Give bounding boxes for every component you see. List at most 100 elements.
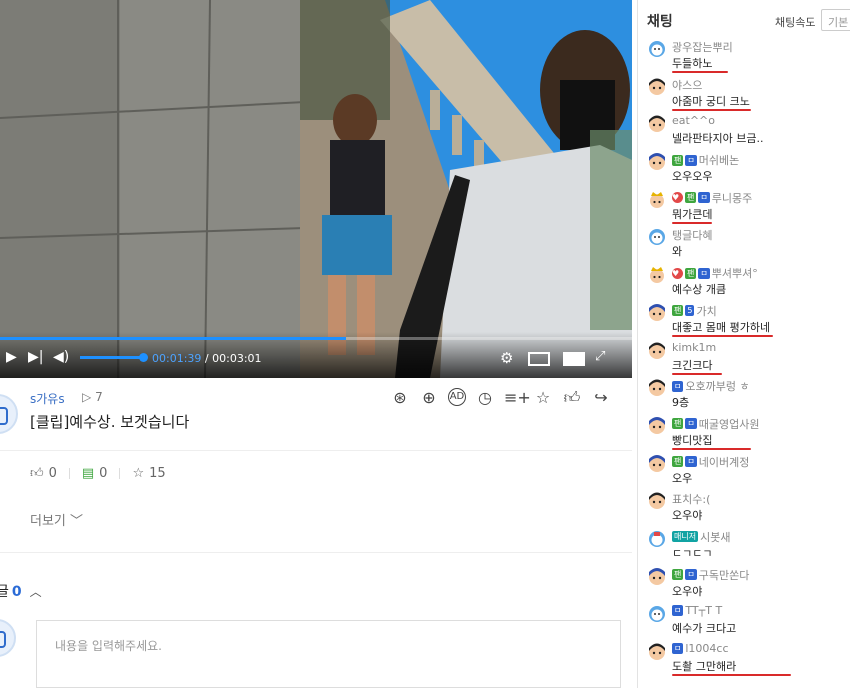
like-stat[interactable]: 👍︎ 0 — [30, 466, 57, 481]
chat-text: 오우야 — [672, 509, 703, 523]
history-icon[interactable]: ◷ — [475, 388, 495, 408]
comment-input[interactable]: 내용을 입력해주세요. — [36, 620, 621, 688]
chevron-up-icon[interactable]: ︿ — [30, 585, 42, 599]
chat-message: eat^^o 넬라판타지아 브금.. — [638, 113, 850, 151]
chat-message: ㅁ l1004cc 도촬 그만해라 — [638, 641, 850, 679]
chat-nickname[interactable]: l1004cc — [685, 642, 728, 655]
chat-nickname[interactable]: 뿌셔뿌셔° — [712, 265, 758, 281]
chat-text: 두들하노 — [672, 57, 713, 70]
boy-avatar-icon — [649, 492, 665, 510]
chat-message: kimk1m 크긴크다 — [638, 340, 850, 378]
fan-badge: 팬 — [685, 192, 697, 204]
bear-avatar-icon — [649, 229, 665, 246]
chat-nickname[interactable]: 야스으 — [672, 77, 702, 93]
player-controls: ▶ ▶| ◀) 00:01:39 / 00:03:01 ⚙ ⤢ — [0, 332, 632, 378]
chat-nick-line: 팬 5 가치 — [672, 303, 717, 319]
streamer-name[interactable]: s가유s — [30, 390, 65, 407]
progress-bar[interactable] — [0, 337, 632, 340]
volume-knob[interactable] — [138, 353, 148, 362]
chat-panel: 채팅 채팅속도 기본 광우잡는뿌리 두들하노 야스으 아줌마 궁디 크노 eat^^o 넬… — [637, 0, 850, 688]
like-count: 0 — [48, 466, 57, 481]
chat-text: 오우오우 — [672, 170, 713, 184]
chat-nickname[interactable]: 머쉬베논 — [699, 152, 739, 168]
chat-nickname[interactable]: 표치수:( — [672, 491, 710, 507]
fan-avatar-icon — [649, 153, 665, 171]
ad-icon[interactable]: AD — [448, 388, 466, 406]
pip-icon[interactable] — [528, 352, 550, 366]
volume-slider[interactable] — [80, 353, 148, 362]
chat-nickname[interactable]: 루니몽주 — [712, 190, 752, 206]
fan-badge: 팬 — [685, 267, 697, 279]
more-label: 더보기 — [30, 514, 66, 529]
subscriber-badge: ㅁ — [698, 267, 710, 279]
thumb-up-outline-icon[interactable]: 👍︎ — [562, 388, 582, 408]
chat-nick-line: 표치수:( — [672, 491, 710, 507]
view-count-value: 7 — [95, 390, 103, 404]
chat-title: 채팅 — [647, 14, 673, 30]
next-icon[interactable]: ▶| — [28, 350, 43, 364]
subscriber-badge: ㅁ — [672, 643, 684, 654]
chat-message: ㅁ 오호까부렁 ㅎ 9층 — [638, 377, 850, 415]
stat-separator — [68, 468, 70, 479]
progress-fill — [0, 337, 346, 340]
chat-nick-line: kimk1m — [672, 341, 716, 354]
star-outline-icon[interactable]: ☆ — [533, 388, 553, 408]
volume-icon[interactable]: ◀) — [53, 350, 69, 364]
more-button[interactable]: 더보기 ﹀ — [30, 510, 83, 529]
chat-nickname[interactable]: 탱글다혜 — [672, 227, 712, 243]
chat-text: 빵디맛집 — [672, 433, 713, 447]
chat-nickname[interactable]: 구독만쏜다 — [699, 567, 750, 583]
chat-text: 오우 — [672, 471, 693, 485]
chat-nick-line: ㅁ 오호까부렁 ㅎ — [672, 378, 750, 394]
chat-message: 팬 ㅁ 네이버계정 오우 — [638, 453, 850, 491]
subscriber-badge: ㅁ — [685, 418, 697, 430]
settings-gear-icon[interactable]: ⚙ — [500, 351, 513, 366]
chat-nickname[interactable]: eat^^o — [672, 114, 715, 127]
chat-nickname[interactable]: 네이버계정 — [699, 454, 750, 470]
chat-message: 팬 ㅁ 머쉬베논 오우오우 — [638, 151, 850, 189]
video-title: [클립]예수상. 보겟습니다 — [30, 413, 190, 431]
chat-speed-select[interactable]: 기본 — [821, 9, 850, 31]
chat-nickname[interactable]: 시봇새 — [700, 529, 730, 545]
chat-nickname[interactable]: 가치 — [696, 303, 716, 319]
stats-row: 👍︎ 0 ▤ 0 ☆ 15 — [30, 466, 166, 481]
chat-text: 와 — [672, 245, 683, 259]
badge-icon[interactable]: ⊛ — [390, 388, 410, 408]
chat-nickname[interactable]: 때굴영업사원 — [699, 416, 760, 432]
comments-label: 글 — [0, 584, 9, 600]
fan-badge: 팬 — [672, 305, 684, 317]
chat-text: 도촬 그만해라 — [672, 660, 737, 673]
chat-header: 채팅 채팅속도 기본 — [638, 0, 850, 36]
chat-message: 탱글다혜와 — [638, 226, 850, 264]
chat-nickname[interactable]: kimk1m — [672, 341, 716, 354]
share-icon[interactable]: ↪ — [591, 388, 611, 408]
comment-stat[interactable]: ▤ 0 — [82, 466, 108, 481]
chat-nickname[interactable]: 오호까부렁 ㅎ — [685, 378, 749, 394]
fan-badge: 팬 — [672, 418, 684, 430]
play-icon[interactable]: ▶ — [6, 350, 17, 364]
red-underline-annotation — [672, 372, 722, 375]
boy-avatar-icon — [649, 115, 665, 133]
bookmark-stat[interactable]: ☆ 15 — [132, 466, 165, 481]
playlist-add-icon[interactable]: ≡+ — [504, 388, 531, 408]
view-count: ▷ 7 — [82, 390, 103, 404]
comments-header[interactable]: 글 0 ︿ — [0, 581, 42, 601]
red-underline-annotation — [672, 221, 712, 224]
upload-clip-icon[interactable]: ⊕ — [419, 388, 439, 408]
chat-nick-line: ㅁ TT┬T T — [672, 604, 722, 617]
subscriber-badge: ㅁ — [672, 605, 684, 617]
fullscreen-icon[interactable]: ⤢ — [595, 350, 605, 364]
chat-message: 광우잡는뿌리두들하노 — [638, 38, 850, 76]
chat-nickname[interactable]: TT┬T T — [685, 604, 722, 617]
chat-text: 예수상 개큼 — [672, 283, 727, 297]
fan-badge: 팬 — [672, 154, 684, 166]
video-player[interactable]: ▶ ▶| ◀) 00:01:39 / 00:03:01 ⚙ ⤢ — [0, 0, 632, 378]
chat-nick-line: 광우잡는뿌리 — [672, 39, 733, 55]
streamer-avatar[interactable] — [0, 394, 18, 434]
chat-nick-line: 매니저 시봇새 — [672, 529, 730, 545]
chat-nick-line: ㅁ l1004cc — [672, 642, 729, 655]
theater-mode-icon[interactable] — [563, 352, 585, 366]
king-avatar-icon — [650, 191, 664, 208]
fan-avatar-icon — [649, 454, 665, 472]
chat-nickname[interactable]: 광우잡는뿌리 — [672, 39, 733, 55]
